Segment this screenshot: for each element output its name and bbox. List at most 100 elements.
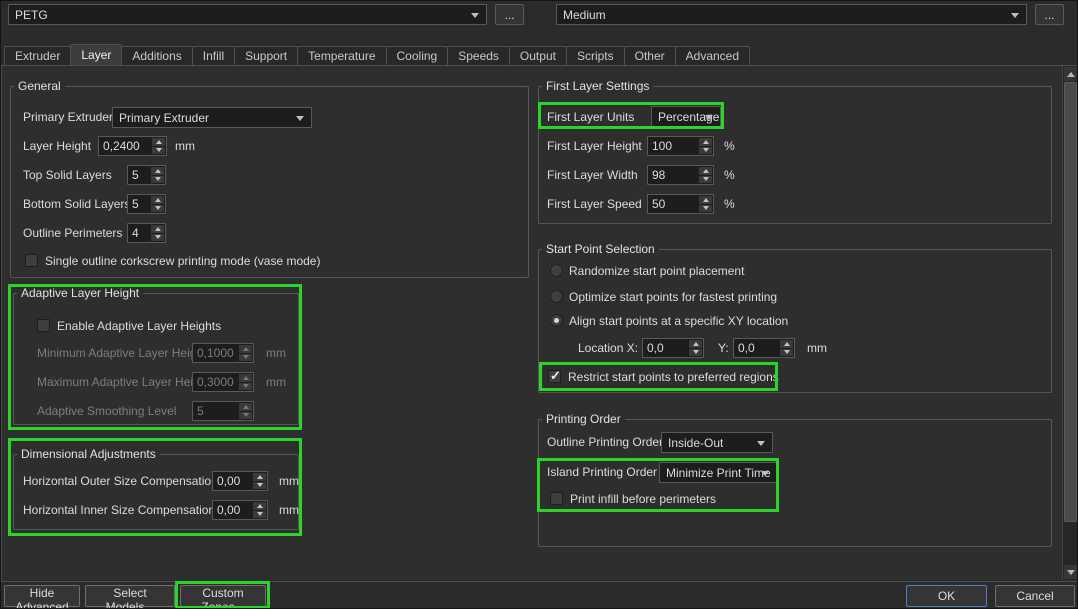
- randomize-start-radio[interactable]: [550, 264, 563, 277]
- optimize-start-radio[interactable]: [550, 290, 563, 303]
- island-printing-order-value: Minimize Print Time: [660, 466, 771, 480]
- spin-up-icon: [239, 345, 252, 353]
- tab-advanced[interactable]: Advanced: [675, 46, 750, 65]
- island-printing-order-select[interactable]: Minimize Print Time: [659, 462, 777, 483]
- outer-compensation-spinner[interactable]: 0,00: [212, 471, 268, 491]
- infill-before-perimeters-checkbox[interactable]: [550, 492, 563, 505]
- spin-up-icon[interactable]: [699, 196, 712, 204]
- scrollbar-handle[interactable]: [1064, 82, 1077, 522]
- location-y-value[interactable]: 0,0: [738, 339, 755, 357]
- first-layer-width-label: First Layer Width: [547, 165, 638, 185]
- quality-preset-select[interactable]: Medium: [556, 4, 1027, 25]
- tab-speeds[interactable]: Speeds: [447, 46, 510, 65]
- spin-up-icon[interactable]: [699, 167, 712, 175]
- spin-down-icon[interactable]: [151, 234, 164, 242]
- spin-down-icon[interactable]: [689, 349, 702, 357]
- general-group-title: General: [14, 78, 65, 94]
- outline-printing-order-value: Inside-Out: [662, 436, 723, 450]
- spin-up-icon[interactable]: [699, 138, 712, 146]
- scroll-down-icon[interactable]: [1064, 565, 1077, 579]
- first-layer-speed-value[interactable]: 50: [652, 195, 665, 213]
- spin-up-icon[interactable]: [689, 340, 702, 348]
- top-solid-layers-value[interactable]: 5: [132, 166, 139, 184]
- spin-down-icon[interactable]: [152, 147, 165, 155]
- primary-extruder-select[interactable]: Primary Extruder: [112, 107, 312, 128]
- tab-temperature[interactable]: Temperature: [297, 46, 386, 65]
- quality-more-button[interactable]: ...: [1035, 4, 1064, 25]
- first-layer-width-spinner[interactable]: 98: [647, 165, 714, 185]
- tab-extruder[interactable]: Extruder: [4, 46, 71, 65]
- spin-down-icon[interactable]: [780, 349, 793, 357]
- tab-support[interactable]: Support: [234, 46, 298, 65]
- outline-perimeters-value[interactable]: 4: [132, 224, 139, 242]
- spin-up-icon[interactable]: [151, 167, 164, 175]
- outline-printing-order-label: Outline Printing Order: [547, 432, 663, 452]
- layer-height-value[interactable]: 0,2400: [103, 137, 140, 155]
- restrict-start-points-checkbox[interactable]: [548, 370, 561, 383]
- enable-adaptive-checkbox[interactable]: [37, 319, 50, 332]
- custom-zones-button[interactable]: Custom Zones...: [180, 585, 266, 607]
- layer-height-label: Layer Height: [23, 136, 91, 156]
- spin-up-icon[interactable]: [151, 196, 164, 204]
- first-layer-height-spinner[interactable]: 100: [647, 136, 714, 156]
- max-adaptive-unit: mm: [266, 372, 286, 392]
- first-layer-group-title: First Layer Settings: [542, 78, 653, 94]
- spin-down-icon[interactable]: [699, 176, 712, 184]
- tab-output[interactable]: Output: [509, 46, 567, 65]
- spin-up-icon[interactable]: [152, 138, 165, 146]
- tab-infill[interactable]: Infill: [192, 46, 235, 65]
- vertical-scrollbar[interactable]: [1062, 66, 1077, 580]
- spin-up-icon[interactable]: [780, 340, 793, 348]
- tab-layer[interactable]: Layer: [70, 44, 122, 65]
- tab-other[interactable]: Other: [624, 46, 676, 65]
- bottom-solid-layers-label: Bottom Solid Layers: [23, 194, 130, 214]
- first-layer-width-value[interactable]: 98: [652, 166, 665, 184]
- hide-advanced-button[interactable]: Hide Advanced: [4, 585, 80, 607]
- first-layer-speed-spinner[interactable]: 50: [647, 194, 714, 214]
- inner-compensation-spinner[interactable]: 0,00: [212, 500, 268, 520]
- select-models-button[interactable]: Select Models...: [85, 585, 175, 607]
- tab-cooling[interactable]: Cooling: [386, 46, 449, 65]
- scroll-up-icon[interactable]: [1064, 67, 1077, 81]
- inner-compensation-value[interactable]: 0,00: [217, 501, 240, 519]
- location-x-spinner[interactable]: 0,0: [642, 338, 704, 358]
- dimensional-group-title: Dimensional Adjustments: [17, 446, 160, 462]
- first-layer-units-select[interactable]: Percentage: [651, 106, 721, 127]
- tab-additions[interactable]: Additions: [121, 46, 192, 65]
- material-more-button[interactable]: ...: [495, 4, 524, 25]
- location-y-spinner[interactable]: 0,0: [733, 338, 795, 358]
- enable-adaptive-label: Enable Adaptive Layer Heights: [57, 316, 221, 336]
- location-unit: mm: [807, 338, 827, 358]
- tab-scripts[interactable]: Scripts: [566, 46, 625, 65]
- spin-down-icon: [239, 383, 252, 391]
- ok-button[interactable]: OK: [906, 585, 987, 607]
- align-start-radio[interactable]: [550, 314, 563, 327]
- layer-height-spinner[interactable]: 0,2400: [98, 136, 167, 156]
- chevron-down-icon: [296, 116, 304, 121]
- spin-down-icon[interactable]: [699, 205, 712, 213]
- spin-down-icon[interactable]: [253, 511, 266, 519]
- spin-up-icon[interactable]: [253, 473, 266, 481]
- spin-down-icon[interactable]: [151, 205, 164, 213]
- top-solid-layers-spinner[interactable]: 5: [127, 165, 166, 185]
- spin-down-icon[interactable]: [253, 482, 266, 490]
- vase-mode-checkbox[interactable]: [25, 254, 38, 267]
- start-point-group-title: Start Point Selection: [542, 241, 659, 257]
- spin-up-icon[interactable]: [151, 225, 164, 233]
- material-preset-select[interactable]: PETG: [8, 4, 487, 25]
- spin-down-icon[interactable]: [151, 176, 164, 184]
- location-x-value[interactable]: 0,0: [647, 339, 664, 357]
- bottom-solid-layers-value[interactable]: 5: [132, 195, 139, 213]
- bottom-solid-layers-spinner[interactable]: 5: [127, 194, 166, 214]
- chevron-down-icon: [705, 115, 713, 120]
- first-layer-height-unit: %: [724, 136, 735, 156]
- spin-down-icon[interactable]: [699, 147, 712, 155]
- max-adaptive-value: 0,3000: [197, 373, 234, 391]
- outline-perimeters-spinner[interactable]: 4: [127, 223, 166, 243]
- min-adaptive-label: Minimum Adaptive Layer Height: [37, 343, 206, 363]
- first-layer-height-value[interactable]: 100: [652, 137, 672, 155]
- outline-printing-order-select[interactable]: Inside-Out: [661, 432, 773, 453]
- spin-up-icon[interactable]: [253, 502, 266, 510]
- outer-compensation-value[interactable]: 0,00: [217, 472, 240, 490]
- cancel-button[interactable]: Cancel: [995, 585, 1075, 607]
